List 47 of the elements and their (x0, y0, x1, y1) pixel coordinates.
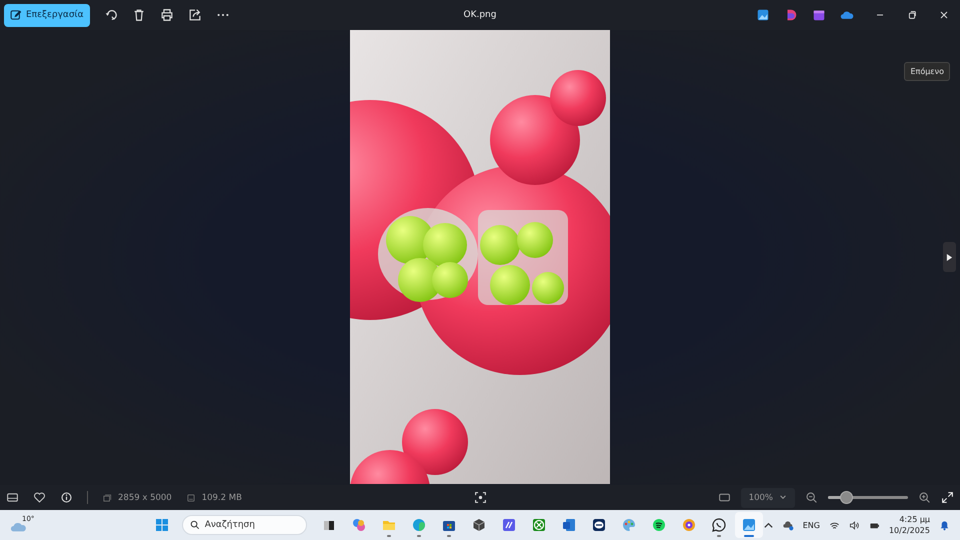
windows-logo-icon (154, 517, 170, 533)
photo-app-icon (740, 517, 757, 533)
filmstrip-icon[interactable] (6, 491, 19, 504)
next-button[interactable] (943, 242, 956, 272)
x-circle-icon (530, 517, 547, 533)
music-app-icon (650, 517, 667, 533)
video-app-icon[interactable] (812, 8, 826, 22)
dimensions-icon (102, 492, 112, 502)
window-title: OK.png (462, 10, 498, 20)
heart-icon[interactable] (33, 491, 46, 504)
document-app-icon (560, 517, 577, 533)
edit-icon (10, 9, 22, 21)
chat-bubble-icon (710, 517, 727, 533)
share-icon[interactable] (188, 8, 202, 22)
delete-icon[interactable] (132, 8, 146, 22)
clock[interactable]: 4:25 μμ 10/2/2025 (888, 514, 930, 536)
close-icon[interactable] (938, 9, 950, 21)
search-field[interactable]: Αναζήτηση (182, 515, 307, 535)
zoom-dropdown[interactable]: 100% (740, 488, 795, 508)
bell-icon[interactable] (939, 520, 950, 530)
edit-button[interactable]: Επεξεργασία (4, 4, 90, 26)
speaker-icon[interactable] (848, 520, 860, 530)
caret-icon (779, 495, 787, 500)
image-dimensions: 2859 x 5000 (118, 492, 172, 502)
file-size: 109.2 MB (202, 492, 242, 502)
palette-icon (620, 517, 637, 533)
language-indicator[interactable]: ENG (802, 520, 820, 530)
slider-thumb[interactable] (840, 491, 853, 504)
browser-icon (410, 517, 427, 533)
cube-icon (470, 517, 487, 533)
play-arrow-icon (946, 252, 953, 262)
info-icon[interactable] (60, 491, 73, 504)
rotate-icon[interactable] (104, 8, 118, 22)
restore-icon[interactable] (906, 9, 918, 21)
photo-app-icon[interactable] (756, 8, 770, 22)
zoom-slider[interactable] (828, 491, 908, 504)
zoom-out-icon[interactable] (805, 491, 818, 504)
fullscreen-icon[interactable] (941, 491, 954, 504)
file-size-icon (186, 492, 196, 502)
screen-icon[interactable] (718, 491, 731, 504)
print-icon[interactable] (160, 8, 174, 22)
cloud-status-icon[interactable] (782, 520, 794, 530)
swirl-icon (350, 517, 367, 533)
tooltip: Επόμενο (904, 62, 950, 81)
zoom-in-icon[interactable] (918, 491, 931, 504)
fit-icon[interactable] (474, 491, 486, 504)
time-text: 4:25 μμ (899, 514, 930, 525)
